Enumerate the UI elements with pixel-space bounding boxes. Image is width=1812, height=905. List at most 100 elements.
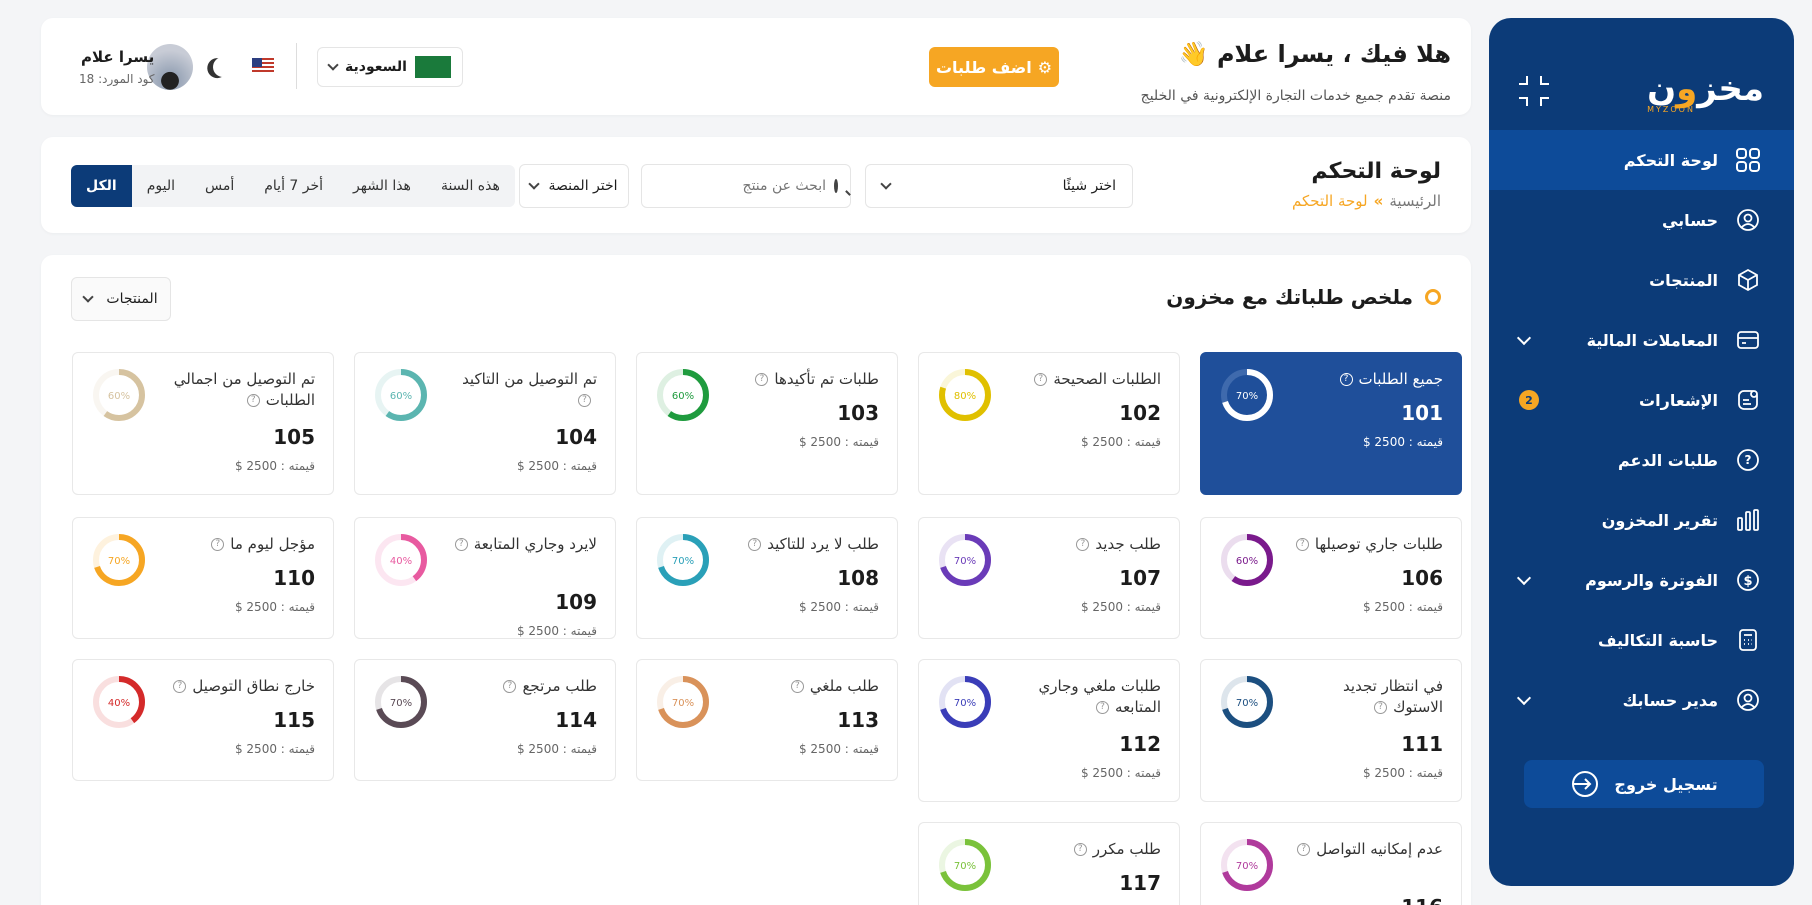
stat-title-text: طلب جديد — [1095, 535, 1161, 553]
stat-card[interactable]: تم التوصيل من التاكيد? 104 قيمته : 2500 $ 6… — [354, 352, 616, 495]
stat-value: قيمته : 2500 $ — [516, 624, 597, 638]
info-icon[interactable]: ? — [755, 373, 769, 386]
sidebar-item-box[interactable]: المنتجات — [1489, 250, 1794, 310]
sidebar-item-grid[interactable]: لوحة التحكم — [1489, 130, 1794, 190]
stat-title: جميع الطلبات? — [1293, 369, 1443, 390]
info-icon[interactable]: ? — [578, 394, 591, 407]
stat-title: طلبات جاري توصيلها? — [1293, 534, 1443, 555]
header-divider — [296, 43, 297, 89]
sidebar-header: مخزون MYZOON — [1519, 66, 1765, 116]
sidebar-item-card[interactable]: المعاملات المالية — [1489, 310, 1794, 370]
stat-card[interactable]: طلبات تم تأكيدها? 103 قيمته : 2500 $ 60% — [636, 352, 898, 495]
donut-percent: 70% — [108, 556, 130, 567]
stat-title-text: جميع الطلبات — [1358, 370, 1443, 388]
stat-title-text: لايرد وجاري المتابعة — [473, 535, 597, 553]
logout-button[interactable]: تسجيل خروج — [1524, 760, 1764, 808]
stat-title: طلبات تم تأكيدها? — [729, 369, 879, 390]
select-any-dropdown[interactable]: اختر شيئًا — [865, 164, 1133, 208]
info-icon[interactable]: ? — [173, 680, 187, 693]
info-icon[interactable]: ? — [503, 680, 517, 693]
stat-card[interactable]: الطلبات الصحيحة? 102 قيمته : 2500 $ 80% — [918, 352, 1180, 495]
info-icon[interactable]: ? — [1297, 843, 1311, 856]
tab-period[interactable]: اليوم — [132, 165, 190, 207]
stat-count: 107 — [1119, 566, 1161, 590]
info-icon[interactable]: ? — [211, 538, 225, 551]
stat-value: قيمته : 2500 $ — [234, 459, 315, 473]
stat-card[interactable]: طلب لا يرد للتاكيد? 108 قيمته : 2500 $ 70% — [636, 517, 898, 639]
stat-count: 106 — [1401, 566, 1443, 590]
stat-card[interactable]: طلب مرتجع? 114 قيمته : 2500 $ 70% — [354, 659, 616, 781]
stat-value: قيمته : 2500 $ — [516, 742, 597, 756]
saudi-flag-icon — [414, 56, 451, 78]
info-icon[interactable]: ? — [1096, 701, 1110, 714]
add-orders-button[interactable]: ⚙ اضف طلبات — [929, 47, 1059, 87]
stat-card[interactable]: تم التوصيل من اجمالي الطلبات? 105 قيمته : … — [72, 352, 334, 495]
tab-period[interactable]: هذه السنة — [426, 165, 515, 207]
stat-title-text: عدم إمكانيه التواصل — [1316, 840, 1443, 858]
stat-card[interactable]: في انتظار تجديد الاستوك? 111 قيمته : 2500 … — [1200, 659, 1462, 802]
info-icon[interactable]: ? — [748, 538, 762, 551]
sidebar-item-help[interactable]: ? طلبات الدعم — [1489, 430, 1794, 490]
stat-card[interactable]: مؤجل ليوم ما? 110 قيمته : 2500 $ 70% — [72, 517, 334, 639]
stat-count: 112 — [1119, 732, 1161, 756]
stat-card[interactable]: طلب ملغي? 113 قيمته : 2500 $ 70% — [636, 659, 898, 781]
breadcrumb-home[interactable]: الرئيسية — [1389, 192, 1441, 210]
progress-donut: 70% — [657, 676, 709, 728]
stat-card[interactable]: طلبات جاري توصيلها? 106 قيمته : 2500 $ 60% — [1200, 517, 1462, 639]
progress-donut: 70% — [1221, 839, 1273, 891]
stat-card[interactable]: طلب مكرر?117قيمته : 2500 $70% — [918, 822, 1180, 905]
logo[interactable]: مخزون MYZOON — [1647, 69, 1765, 114]
stat-title: الطلبات الصحيحة? — [1011, 369, 1161, 390]
sidebar-item-bar-chart[interactable]: تقرير المخزون — [1489, 490, 1794, 550]
sidebar-item-user[interactable]: حسابي — [1489, 190, 1794, 250]
info-icon[interactable]: ? — [1339, 373, 1353, 386]
sidebar-item-bell[interactable]: الإشعارات 2 — [1489, 370, 1794, 430]
donut-percent: 60% — [672, 391, 694, 402]
select-any-label: اختر شيئًا — [1062, 178, 1116, 194]
info-icon[interactable]: ? — [790, 680, 804, 693]
country-select[interactable]: السعودية — [317, 47, 463, 87]
info-icon[interactable]: ? — [454, 538, 468, 551]
tab-period[interactable]: الكل — [71, 165, 132, 207]
stat-card[interactable]: جميع الطلبات? 101 قيمته : 2500 $ 70% — [1200, 352, 1462, 495]
stat-title-text: طلب مكرر — [1092, 840, 1161, 858]
platform-select[interactable]: اختر المنصة — [519, 164, 629, 208]
tab-period[interactable]: أمس — [190, 165, 249, 207]
sidebar-item-dollar[interactable]: $ الفوترة والرسوم — [1489, 550, 1794, 610]
sidebar-item-calculator[interactable]: حاسبة التكاليف — [1489, 610, 1794, 670]
donut-percent: 70% — [1236, 391, 1258, 402]
stat-title-text: طلب مرتجع — [522, 677, 597, 695]
stat-card[interactable]: عدم إمكانيه التواصل?116قيمته : 2500 $70% — [1200, 822, 1462, 905]
stat-title: لايرد وجاري المتابعة? — [447, 534, 597, 555]
us-flag-icon[interactable] — [252, 58, 274, 74]
stat-count: 116 — [1401, 895, 1443, 905]
stat-card[interactable]: خارج نطاق التوصيل? 115 قيمته : 2500 $ 40% — [72, 659, 334, 781]
box-icon — [1734, 266, 1762, 294]
dark-mode-icon[interactable] — [210, 54, 236, 80]
donut-percent: 60% — [390, 391, 412, 402]
tab-period[interactable]: هذا الشهر — [338, 165, 426, 207]
stat-card[interactable]: طلب جديد? 107 قيمته : 2500 $ 70% — [918, 517, 1180, 639]
info-icon[interactable]: ? — [246, 394, 260, 407]
bell-icon — [1734, 386, 1762, 414]
stat-value: قيمته : 2500 $ — [1080, 766, 1161, 780]
sidebar-item-user[interactable]: مدير حسابك — [1489, 670, 1794, 730]
stat-value: قيمته : 2500 $ — [1362, 435, 1443, 449]
info-icon[interactable]: ? — [1295, 538, 1309, 551]
info-icon[interactable]: ? — [1034, 373, 1048, 386]
stat-count: 109 — [555, 590, 597, 614]
products-filter[interactable]: المنتجات — [71, 277, 171, 321]
stat-card[interactable]: لايرد وجاري المتابعة? 109 قيمته : 2500 $ 40… — [354, 517, 616, 639]
stat-title: تم التوصيل من التاكيد? — [447, 369, 597, 411]
chevron-down-icon — [528, 178, 541, 190]
circle-icon — [1425, 289, 1441, 305]
info-icon[interactable]: ? — [1076, 538, 1090, 551]
collapse-icon[interactable] — [1519, 76, 1549, 106]
info-icon[interactable]: ? — [1073, 843, 1087, 856]
search-input[interactable] — [652, 178, 826, 194]
stat-card[interactable]: طلبات ملغي وجاري المتابعه? 112 قيمته : 250… — [918, 659, 1180, 802]
tab-period[interactable]: أخر 7 أيام — [249, 165, 338, 207]
info-icon[interactable]: ? — [1374, 701, 1388, 714]
sidebar-item-label: لوحة التحكم — [1623, 150, 1718, 170]
stat-count: 102 — [1119, 401, 1161, 425]
